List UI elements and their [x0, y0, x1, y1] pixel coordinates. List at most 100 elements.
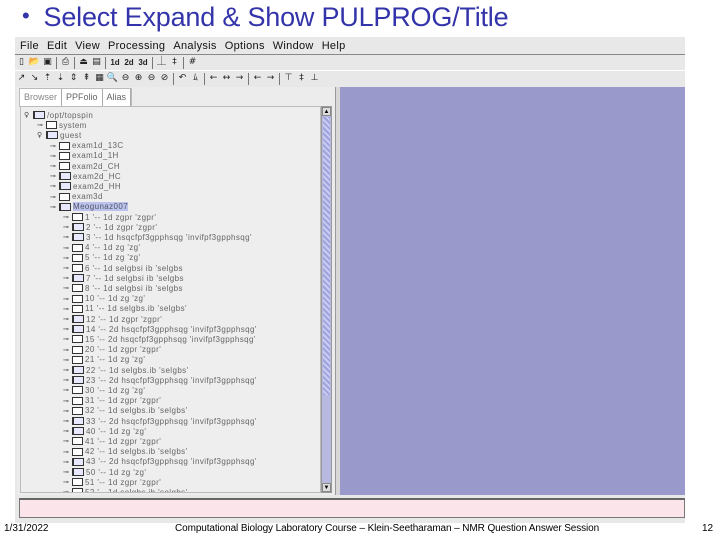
tree-node[interactable]: ⊸ 50 '-- 1d zg 'zg' — [63, 467, 146, 477]
tree-node[interactable]: ⊸ Meogunaz007 — [50, 202, 129, 212]
tree-node[interactable]: ⊸ 7 '-- 1d selgbsi ib 'selgbs — [63, 273, 184, 283]
tree-node[interactable]: ⊸ 10 '-- 1d zg 'zg' — [63, 294, 145, 304]
collapse-handle-icon[interactable]: ⊸ — [63, 356, 72, 364]
menu-analysis[interactable]: Analysis — [169, 40, 220, 52]
tree-node[interactable]: ⊸ 31 '-- 1d zgpr 'zgpr' — [63, 396, 161, 406]
command-status-area[interactable] — [19, 498, 685, 518]
scroll-down-button[interactable]: ▼ — [322, 483, 331, 492]
tree-node[interactable]: ⊸ 32 '-- 1d selgbs.ib 'selgbs' — [63, 406, 188, 416]
tree-node[interactable]: ⊸ 20 '-- 1d zgpr 'zgpr' — [63, 345, 161, 355]
scroll-thumb[interactable] — [323, 117, 330, 395]
collapse-handle-icon[interactable]: ⊸ — [50, 142, 59, 150]
expand-handle-icon[interactable]: ⊸ — [63, 458, 72, 466]
print-icon[interactable]: ⎙ — [59, 56, 72, 69]
expand-handle-icon[interactable]: ⊸ — [63, 376, 72, 384]
collapse-handle-icon[interactable]: ⊸ — [63, 284, 72, 292]
expand-handle-icon[interactable]: ⊸ — [63, 223, 72, 231]
expand-handle-icon[interactable]: ♀ — [24, 111, 33, 119]
tree-node[interactable]: ⊸ 5 '-- 1d zg 'zg' — [63, 253, 140, 263]
export-icon[interactable]: ⏏ — [77, 56, 90, 69]
menu-edit[interactable]: Edit — [43, 40, 71, 52]
tree-node[interactable]: ♀ /opt/topspin — [24, 110, 93, 120]
collapse-handle-icon[interactable]: ⊸ — [50, 162, 59, 170]
tree-node[interactable]: ⊸ exam1d_13C — [50, 141, 124, 151]
tree-node[interactable]: ⊸ 22 '-- 1d selgbs.ib 'selgbs' — [63, 365, 189, 375]
expand-handle-icon[interactable]: ⊸ — [63, 233, 72, 241]
grid-icon[interactable]: # — [186, 56, 199, 69]
collapse-handle-icon[interactable]: ⊸ — [63, 488, 72, 492]
tree-node[interactable]: ⊸ 15 '-- 2d hsqcfpf3gpphsqg 'invifpf3gpph… — [63, 334, 256, 344]
expand-handle-icon[interactable]: ⊸ — [63, 315, 72, 323]
shift-right-full-icon[interactable]: → — [264, 72, 277, 85]
spectrum-icon[interactable]: ⏊ — [155, 56, 168, 69]
expand-handle-icon[interactable]: ⊸ — [63, 366, 72, 374]
expand-handle-icon[interactable]: ⊸ — [50, 182, 59, 190]
expand-handle-icon[interactable]: ⊸ — [50, 172, 59, 180]
collapse-handle-icon[interactable]: ⊸ — [63, 437, 72, 445]
shift-left-full-icon[interactable]: ← — [251, 72, 264, 85]
scroll-up-button[interactable]: ▲ — [322, 107, 331, 116]
tab-browser[interactable]: Browser — [20, 89, 63, 106]
zoom-out-icon[interactable]: ⊖ — [119, 72, 132, 85]
tree-node[interactable]: ⊸ 23 '-- 2d hsqcfpf3gpphsqg 'invifpf3gpph… — [63, 375, 257, 385]
collapse-handle-icon[interactable]: ⊸ — [63, 346, 72, 354]
tree-node[interactable]: ⊸ 14 '-- 2d hsqcfpf3gpphsqg 'invifpf3gpph… — [63, 324, 257, 334]
tree-node[interactable]: ⊸ 40 '-- 1d zg 'zg' — [63, 426, 146, 436]
tab-ppfolio[interactable]: PPFolio — [62, 89, 103, 106]
data-browser-tree[interactable]: ♀/opt/topspin ⊸ system ♀ guest ⊸ exam1d_13C ⊸ ex… — [20, 106, 321, 493]
tree-node[interactable]: ♀ guest — [37, 130, 82, 140]
tree-node[interactable]: ⊸ 52 '-- 1d selgbs.ib 'selgbs' — [63, 487, 188, 492]
collapse-handle-icon[interactable]: ⊸ — [63, 397, 72, 405]
shift-top-icon[interactable]: ⊤ — [282, 72, 295, 85]
shift-left-icon[interactable]: ← — [207, 72, 220, 85]
scale-up-8-icon[interactable]: ⇡ — [41, 72, 54, 85]
menu-window[interactable]: Window — [269, 40, 318, 52]
scale-down-8-icon[interactable]: ⇣ — [54, 72, 67, 85]
menu-view[interactable]: View — [71, 40, 104, 52]
spectrum-data-area[interactable] — [340, 87, 685, 495]
tree-node[interactable]: ⊸ 41 '-- 1d zgpr 'zgpr' — [63, 436, 161, 446]
1d-button[interactable]: 1d — [108, 56, 122, 69]
collapse-handle-icon[interactable]: ⊸ — [50, 152, 59, 160]
expand-handle-icon[interactable]: ⊸ — [63, 274, 72, 282]
scale-up-2-icon[interactable]: ↗ — [15, 72, 28, 85]
vertical-up-icon[interactable]: ⇞ — [80, 72, 93, 85]
tree-node[interactable]: ⊸ exam2d_HH — [50, 181, 121, 191]
save-icon[interactable]: ▣ — [41, 56, 54, 69]
peaks-icon[interactable]: ﾑ — [189, 72, 202, 85]
expand-handle-icon[interactable]: ⊸ — [50, 203, 59, 211]
menu-options[interactable]: Options — [221, 40, 269, 52]
tree-node[interactable]: ⊸ exam2d_HC — [50, 171, 121, 181]
vertical-fit-icon[interactable]: ⇕ — [67, 72, 80, 85]
tree-scrollbar[interactable]: ▲ ▼ — [321, 106, 332, 493]
tree-node[interactable]: ⊸ 21 '-- 1d zg 'zg' — [63, 355, 145, 365]
collapse-handle-icon[interactable]: ⊸ — [63, 407, 72, 415]
collapse-handle-icon[interactable]: ⊸ — [37, 121, 46, 129]
full-spectrum-icon[interactable]: ▦ — [93, 72, 106, 85]
collapse-handle-icon[interactable]: ⊸ — [63, 213, 72, 221]
tree-node[interactable]: ⊸ 30 '-- 1d zg 'zg' — [63, 385, 145, 395]
new-icon[interactable]: ▯ — [15, 56, 28, 69]
zoom-in-icon[interactable]: ⊕ — [132, 72, 145, 85]
tree-node[interactable]: ⊸ exam3d — [50, 192, 103, 202]
2d-button[interactable]: 2d — [122, 56, 136, 69]
expand-handle-icon[interactable]: ⊸ — [63, 427, 72, 435]
scale-down-2-icon[interactable]: ↘ — [28, 72, 41, 85]
menu-processing[interactable]: Processing — [104, 40, 169, 52]
collapse-handle-icon[interactable]: ⊸ — [63, 254, 72, 262]
collapse-handle-icon[interactable]: ⊸ — [63, 448, 72, 456]
tree-node[interactable]: ⊸ 42 '-- 1d selgbs.ib 'selgbs' — [63, 447, 188, 457]
tree-node[interactable]: ⊸ exam1d_1H — [50, 151, 119, 161]
collapse-handle-icon[interactable]: ⊸ — [50, 193, 59, 201]
expand-handle-icon[interactable]: ♀ — [37, 131, 46, 139]
tree-node[interactable]: ⊸ system — [37, 120, 87, 130]
collapse-handle-icon[interactable]: ⊸ — [63, 478, 72, 486]
collapse-handle-icon[interactable]: ⊸ — [63, 335, 72, 343]
3d-button[interactable]: 3d — [136, 56, 150, 69]
tree-node[interactable]: ⊸ 2 '-- 1d zgpr 'zgpr' — [63, 222, 157, 232]
collapse-handle-icon[interactable]: ⊸ — [63, 386, 72, 394]
expand-horizontal-icon[interactable]: ↔ — [220, 72, 233, 85]
clipboard-icon[interactable]: ▤ — [90, 56, 103, 69]
tab-alias[interactable]: Alias — [103, 89, 132, 106]
tree-node[interactable]: ⊸ 6 '-- 1d selgbsi ib 'selgbs — [63, 263, 183, 273]
